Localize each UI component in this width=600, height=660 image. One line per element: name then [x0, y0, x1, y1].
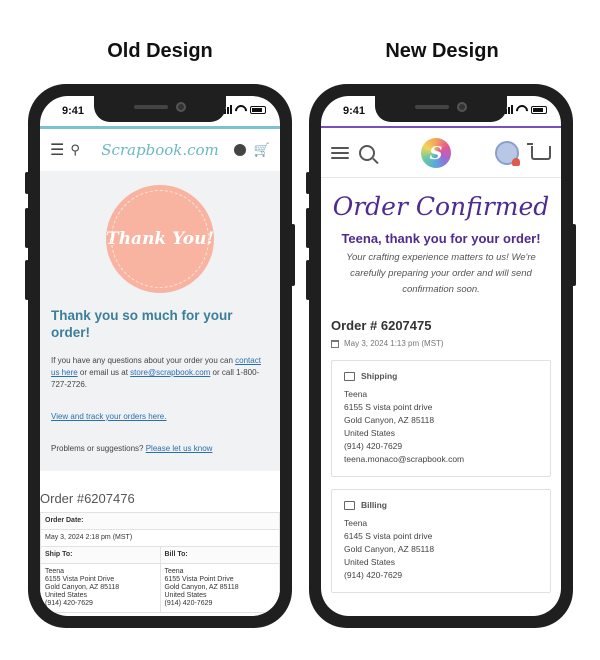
ship-to-address: Teena 6155 Vista Point Drive Gold Canyon, …: [40, 563, 161, 613]
search-icon[interactable]: [359, 144, 375, 161]
feedback-link[interactable]: Please let us know: [146, 444, 213, 453]
new-screen: 9:41 S Order Confirmed Teena, thank you …: [321, 96, 561, 616]
search-icon[interactable]: ⚲: [70, 142, 80, 158]
account-icon[interactable]: [233, 144, 246, 156]
old-design-label: Old Design: [107, 40, 213, 62]
site-logo-icon[interactable]: S: [421, 138, 451, 168]
account-avatar-icon[interactable]: [495, 140, 520, 166]
credit-card-icon: [344, 501, 355, 510]
email-link[interactable]: store@scrapbook.com: [130, 368, 210, 377]
bill-to-label: Bill To:: [159, 546, 280, 564]
site-header: S: [321, 128, 561, 178]
battery-icon: [531, 106, 547, 114]
order-date: May 3, 2024 2:18 pm (MST): [40, 529, 280, 547]
order-number: Order # 6207475: [331, 318, 432, 333]
volume-up-button: [25, 208, 29, 248]
order-details-table: Order Date: May 3, 2024 2:18 pm (MST) Sh…: [40, 512, 280, 613]
bill-to-address: Teena 6155 Vista Point Drive Gold Canyon, …: [159, 563, 280, 613]
cart-icon[interactable]: [527, 142, 551, 160]
status-time: 9:41: [62, 105, 85, 117]
greeting: Teena, thank you for your order!: [341, 231, 541, 246]
status-time: 9:41: [343, 105, 366, 117]
site-header: ☰ ⚲ Scrapbook.com 🛒: [40, 129, 280, 171]
calendar-icon: [331, 339, 339, 348]
old-design-phone: 9:41 ☰ ⚲ Scrapbook.com 🛒 Thank You! Than…: [25, 84, 295, 628]
cart-icon[interactable]: 🛒: [254, 142, 270, 158]
confirmation-message: Your crafting experience matters to us! …: [346, 252, 536, 295]
ship-to-label: Ship To:: [40, 546, 161, 564]
billing-label: Billing: [361, 500, 387, 510]
truck-icon: [344, 372, 355, 381]
track-orders-link[interactable]: View and track your orders here.: [51, 412, 166, 421]
thank-you-heading: Thank you so much for your order!: [51, 308, 233, 340]
contact-paragraph: If you have any questions about your ord…: [51, 356, 261, 389]
volume-up-button: [306, 208, 310, 248]
billing-card: Billing Teena 6145 S vista point drive G…: [331, 489, 551, 593]
new-design-label: New Design: [385, 40, 499, 62]
order-date-label: Order Date:: [40, 512, 280, 530]
wifi-icon: [516, 105, 528, 114]
thank-you-section: Thank You! Thank you so much for your or…: [40, 171, 280, 471]
volume-down-button: [25, 260, 29, 300]
old-screen: 9:41 ☰ ⚲ Scrapbook.com 🛒 Thank You! Than…: [40, 96, 280, 616]
wifi-icon: [235, 105, 247, 114]
menu-icon[interactable]: [331, 144, 349, 162]
mute-switch: [306, 172, 310, 194]
notch: [94, 96, 226, 122]
volume-down-button: [306, 260, 310, 300]
battery-icon: [250, 106, 266, 114]
shipping-label: Shipping: [361, 371, 398, 381]
order-date: May 3, 2024 1:13 pm (MST): [331, 339, 561, 348]
shipping-card: Shipping Teena 6155 S vista point drive …: [331, 360, 551, 477]
mute-switch: [25, 172, 29, 194]
power-button: [291, 224, 295, 286]
new-design-phone: 9:41 S Order Confirmed Teena, thank you …: [306, 84, 576, 628]
order-confirmed-title: Order Confirmed: [332, 192, 550, 221]
order-number: Order #6207476: [40, 491, 135, 506]
thank-you-badge: Thank You!: [106, 185, 214, 293]
menu-icon[interactable]: ☰: [50, 140, 64, 160]
notch: [375, 96, 507, 122]
power-button: [572, 224, 576, 286]
feedback-paragraph: Problems or suggestions? Please let us k…: [51, 444, 213, 453]
